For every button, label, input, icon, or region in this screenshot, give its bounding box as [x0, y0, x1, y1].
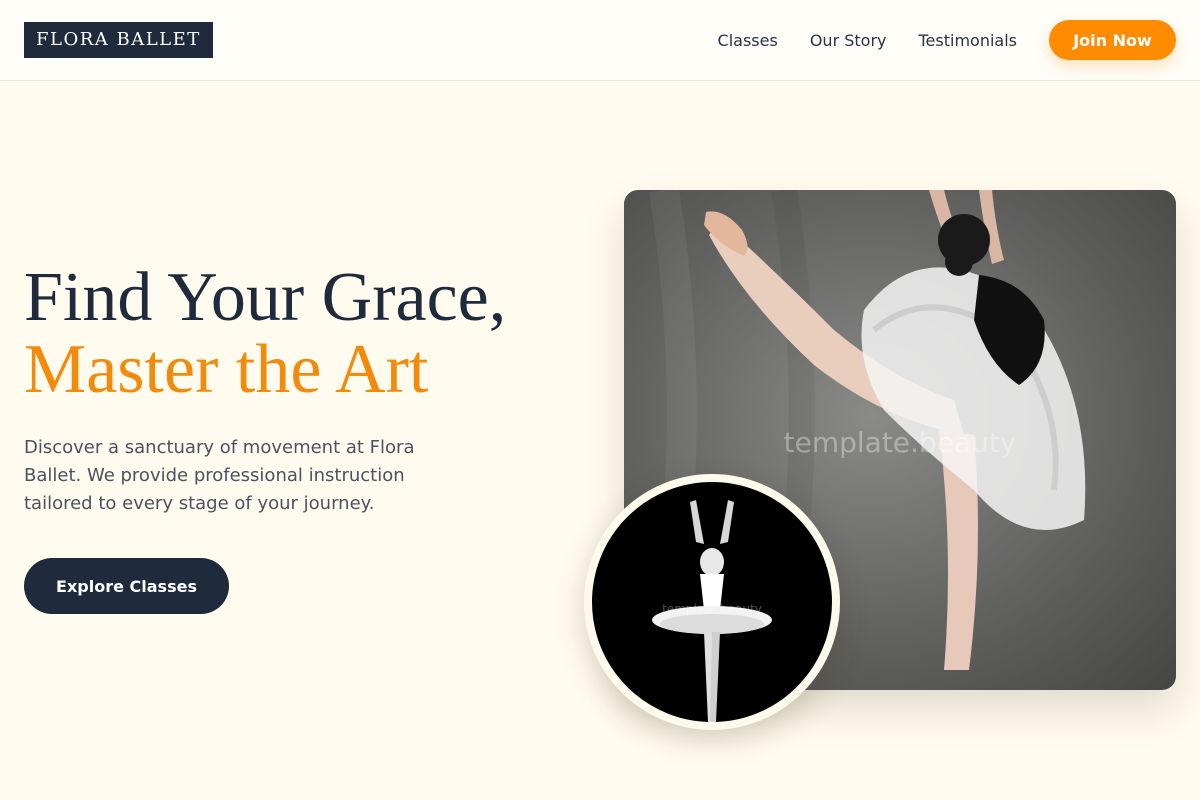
circle-photo-watermark: template.beauty: [662, 602, 762, 616]
site-header: FLORA BALLET Classes Our Story Testimoni…: [0, 0, 1200, 81]
hero-description: Discover a sanctuary of movement at Flor…: [24, 437, 415, 514]
brand-logo[interactable]: FLORA BALLET: [24, 22, 213, 58]
hero-title: Find Your Grace, Master the Art: [24, 262, 506, 406]
main-photo-watermark: template.beauty: [783, 426, 1017, 459]
main-nav: Classes Our Story Testimonials Join Now: [718, 0, 1176, 80]
hero-title-line1: Find Your Grace,: [24, 259, 507, 336]
explore-classes-button[interactable]: Explore Classes: [24, 558, 229, 614]
nav-link-our-story[interactable]: Our Story: [810, 31, 887, 50]
join-now-button[interactable]: Join Now: [1049, 20, 1176, 60]
hero-title-line2: Master the Art: [24, 331, 429, 408]
ballerina-circle-photo: template.beauty: [584, 474, 840, 730]
nav-link-classes[interactable]: Classes: [718, 31, 778, 50]
nav-link-testimonials[interactable]: Testimonials: [919, 31, 1018, 50]
